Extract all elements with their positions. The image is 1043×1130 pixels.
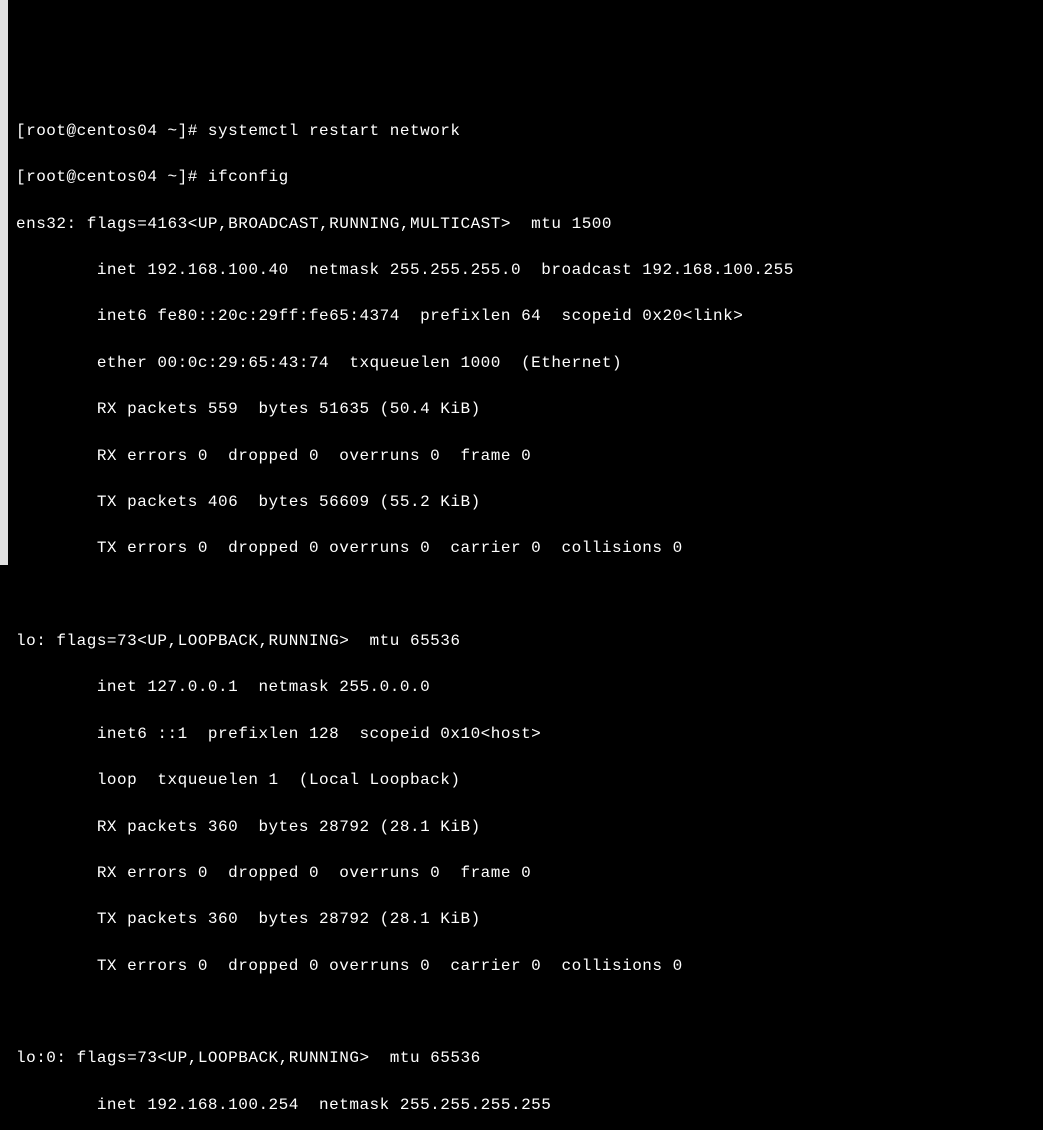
ens32-ether: ether 00:0c:29:65:43:74 txqueuelen 1000 … — [16, 352, 1035, 375]
lo0-inet: inet 192.168.100.254 netmask 255.255.255… — [16, 1094, 1035, 1117]
lo-rx-errors: RX errors 0 dropped 0 overruns 0 frame 0 — [16, 862, 1035, 885]
ens32-tx-packets: TX packets 406 bytes 56609 (55.2 KiB) — [16, 491, 1035, 514]
ens32-rx-packets: RX packets 559 bytes 51635 (50.4 KiB) — [16, 398, 1035, 421]
lo-tx-errors: TX errors 0 dropped 0 overruns 0 carrier… — [16, 955, 1035, 978]
blank-line-2 — [16, 1001, 1035, 1024]
lo-tx-packets: TX packets 360 bytes 28792 (28.1 KiB) — [16, 908, 1035, 931]
ens32-tx-errors: TX errors 0 dropped 0 overruns 0 carrier… — [16, 537, 1035, 560]
lo-rx-packets: RX packets 360 bytes 28792 (28.1 KiB) — [16, 816, 1035, 839]
lo0-header: lo:0: flags=73<UP,LOOPBACK,RUNNING> mtu … — [16, 1047, 1035, 1070]
lo-inet6: inet6 ::1 prefixlen 128 scopeid 0x10<hos… — [16, 723, 1035, 746]
ens32-header: ens32: flags=4163<UP,BROADCAST,RUNNING,M… — [16, 213, 1035, 236]
lo-header: lo: flags=73<UP,LOOPBACK,RUNNING> mtu 65… — [16, 630, 1035, 653]
ens32-inet: inet 192.168.100.40 netmask 255.255.255.… — [16, 259, 1035, 282]
lo-loop: loop txqueuelen 1 (Local Loopback) — [16, 769, 1035, 792]
ens32-inet6: inet6 fe80::20c:29ff:fe65:4374 prefixlen… — [16, 305, 1035, 328]
terminal-output[interactable]: [root@centos04 ~]# systemctl restart net… — [16, 97, 1035, 1130]
lo-inet: inet 127.0.0.1 netmask 255.0.0.0 — [16, 676, 1035, 699]
blank-line-1 — [16, 584, 1035, 607]
prompt-line-1: [root@centos04 ~]# systemctl restart net… — [16, 120, 1035, 143]
prompt-line-2: [root@centos04 ~]# ifconfig — [16, 166, 1035, 189]
ens32-rx-errors: RX errors 0 dropped 0 overruns 0 frame 0 — [16, 445, 1035, 468]
